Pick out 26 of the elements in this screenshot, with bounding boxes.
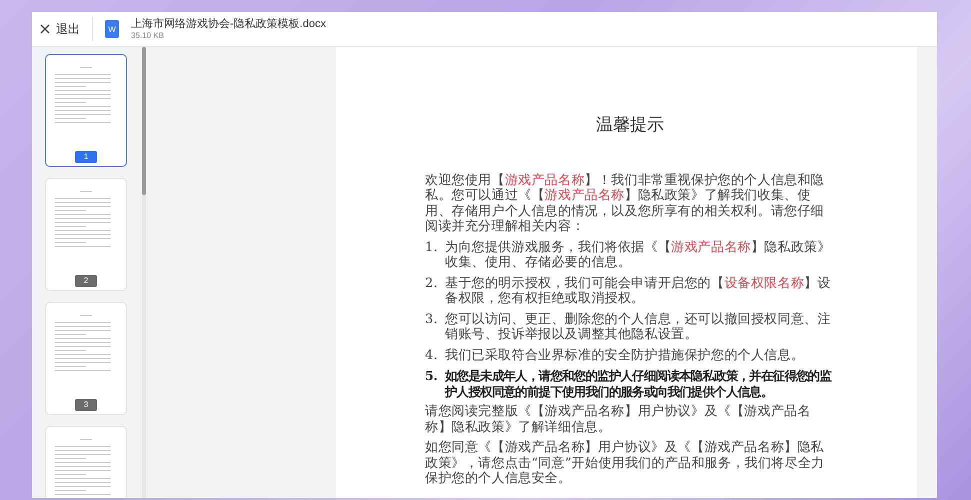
list-item-text: 如您是未成年人，请您和您的监护人仔细阅读本隐私政策，并在征得您的监护人授权同意的前提下使用我们的服务或向我们提供个人信息。 [445, 368, 833, 399]
list-number: 1. [425, 240, 439, 256]
word-file-icon: W [105, 20, 119, 38]
document-title: 温馨提示 [595, 114, 665, 137]
list-item-text: 为向您提供游戏服务，我们将依据《【游戏产品名称】隐私政策》收集、使用、存储必要的信息。 [445, 240, 832, 270]
paragraph: 如您同意《【游戏产品名称】用户协议》及《【游戏产品名称】隐私政策》，请您点击“同意”开始使用我们的产品和服务，我们将尽全力保护您的个人信息安全。 [425, 440, 826, 486]
list-number: 2. [425, 276, 439, 292]
file-name: 上海市网络游戏协会-隐私政策模板.docx [131, 18, 326, 31]
close-button[interactable]: 退出 [40, 20, 80, 38]
list-item-text: 我们已采取符合业界标准的安全防护措施保护您的个人信息。 [445, 348, 804, 363]
list-number: 4. [425, 348, 439, 363]
paragraph: 欢迎您使用【游戏产品名称】！我们非常重视保护您的个人信息和隐私。您可以通过《【游戏产品名称】隐私政策》了解我们收集、使用、存储用户个人信息的情况，以及您所享有的相关权利。请您仔细阅读并充分理解相关内容： [425, 172, 826, 234]
close-icon [40, 24, 50, 34]
page-number: 2 [75, 275, 97, 287]
file-size: 35.10 KB [131, 30, 165, 40]
list-item-text: 您可以访问、更正、删除您的个人信息，还可以撤回授权同意、注销账号、投诉举报以及调整其他隐私设置。 [445, 312, 832, 342]
page-number: 3 [75, 399, 97, 411]
list-item-text: 基于您的明示授权，我们可能会申请开启您的【设备权限名称】设备权限，您有权拒绝或取消授权。 [445, 276, 832, 306]
page-number: 1 [75, 151, 97, 163]
list-number: 3. [425, 312, 439, 328]
page-thumbnail[interactable]: 2 [45, 178, 127, 291]
list-number: 5. [425, 368, 438, 385]
paragraph: 请您阅读完整版《【游戏产品名称】用户协议》及《【游戏产品名称】隐私政策》了解详细信息。 [425, 404, 812, 435]
scrollbar-thumb[interactable] [142, 47, 146, 195]
page-thumbnail[interactable]: 1 [45, 54, 127, 167]
page-thumbnail[interactable]: 3 [45, 302, 127, 415]
